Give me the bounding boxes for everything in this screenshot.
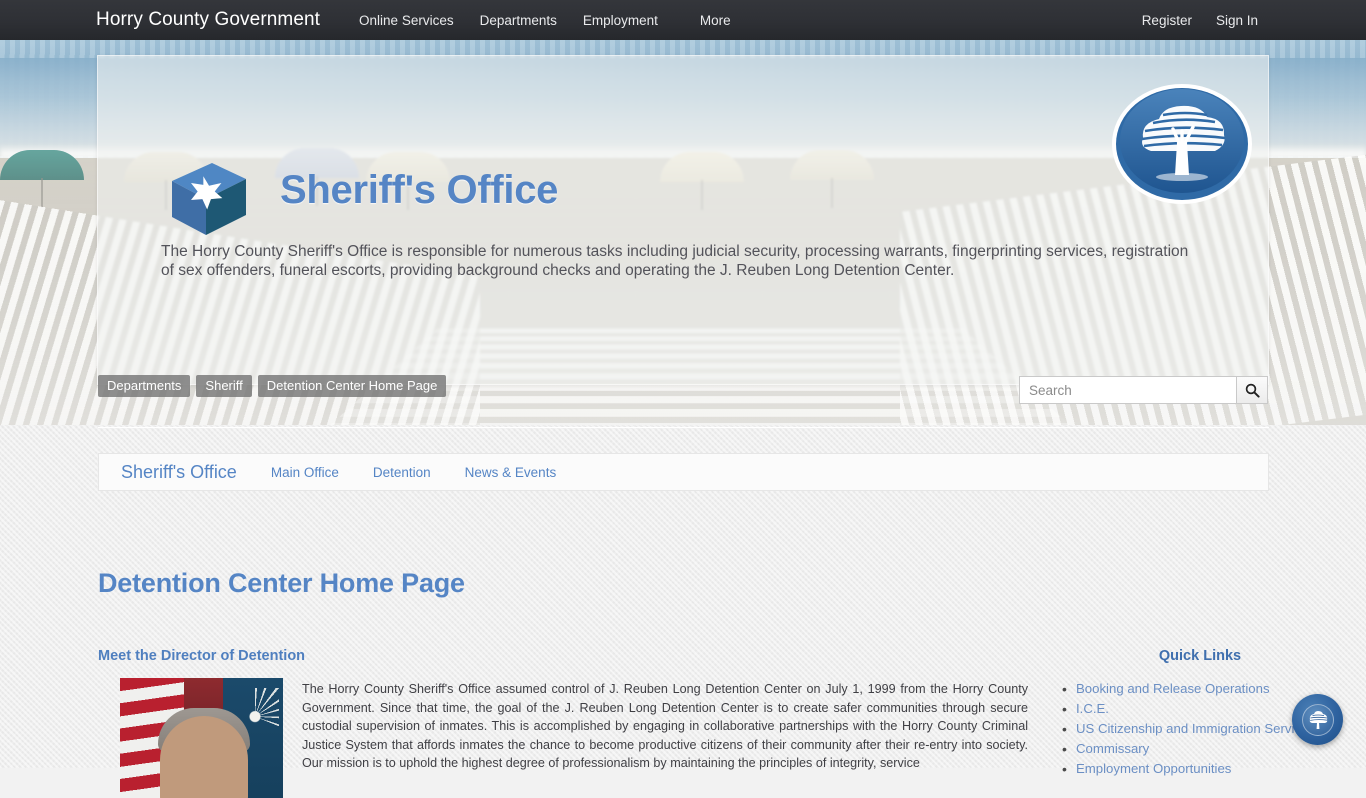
site-search	[1019, 376, 1268, 404]
breadcrumb-item-detention-center-home-page[interactable]: Detention Center Home Page	[257, 375, 447, 397]
sheriff-star-badge-icon	[172, 163, 246, 235]
horizontal-divider	[98, 427, 1269, 428]
director-portrait-photo	[120, 678, 283, 798]
hero-description: The Horry County Sheriff's Office is res…	[161, 243, 1189, 279]
tab-detention[interactable]: Detention	[373, 465, 431, 480]
horry-county-oak-tree-icon	[1309, 710, 1327, 729]
global-top-bar: Horry County Government Online Services …	[0, 0, 1366, 40]
site-brand-title[interactable]: Horry County Government	[96, 9, 320, 31]
search-input[interactable]	[1019, 376, 1236, 404]
breadcrumb-search-row: Departments Sheriff Detention Center Hom…	[0, 373, 1366, 423]
hero-banner: Sheriff's Office The Horry County Sherif…	[0, 40, 1366, 425]
floating-button-inner	[1301, 703, 1334, 736]
tab-news-and-events[interactable]: News & Events	[465, 465, 557, 480]
director-body-text: The Horry County Sheriff's Office assume…	[302, 682, 1028, 771]
quick-links-title: Quick Links	[1158, 648, 1242, 664]
portrait-face	[160, 716, 248, 798]
section-subheading: Meet the Director of Detention	[98, 648, 306, 664]
nav-item-departments[interactable]: Departments	[467, 7, 570, 34]
nav-item-employment[interactable]: Employment	[570, 7, 671, 34]
account-nav: Register Sign In	[1130, 7, 1270, 34]
breadcrumb-item-departments[interactable]: Departments	[98, 375, 191, 397]
quick-link-employment-opportunities[interactable]: Employment Opportunities	[1062, 759, 1360, 779]
tab-main-office[interactable]: Main Office	[271, 465, 339, 480]
nav-item-online-services[interactable]: Online Services	[346, 7, 467, 34]
page-title: Detention Center Home Page	[98, 568, 465, 598]
section-nav-title[interactable]: Sheriff's Office	[121, 462, 237, 483]
floating-county-logo-button[interactable]	[1292, 694, 1343, 745]
horry-county-oak-tree-seal-icon[interactable]	[1111, 83, 1254, 206]
search-button[interactable]	[1236, 376, 1268, 404]
breadcrumb: Departments Sheriff Detention Center Hom…	[98, 375, 447, 397]
nav-item-more[interactable]: More	[687, 7, 744, 34]
hero-title: Sheriff's Office	[280, 168, 559, 212]
hero-content-card: Sheriff's Office The Horry County Sherif…	[97, 55, 1269, 385]
search-icon	[1245, 383, 1260, 398]
section-nav-bar: Sheriff's Office Main Office Detention N…	[98, 453, 1269, 491]
breadcrumb-item-sheriff[interactable]: Sheriff	[196, 375, 252, 397]
main-content-column: Meet the Director of Detention The Horry…	[98, 648, 1028, 798]
register-link[interactable]: Register	[1130, 7, 1204, 34]
sign-in-link[interactable]: Sign In	[1204, 7, 1270, 34]
global-nav: Online Services Departments Employment M…	[346, 7, 744, 34]
